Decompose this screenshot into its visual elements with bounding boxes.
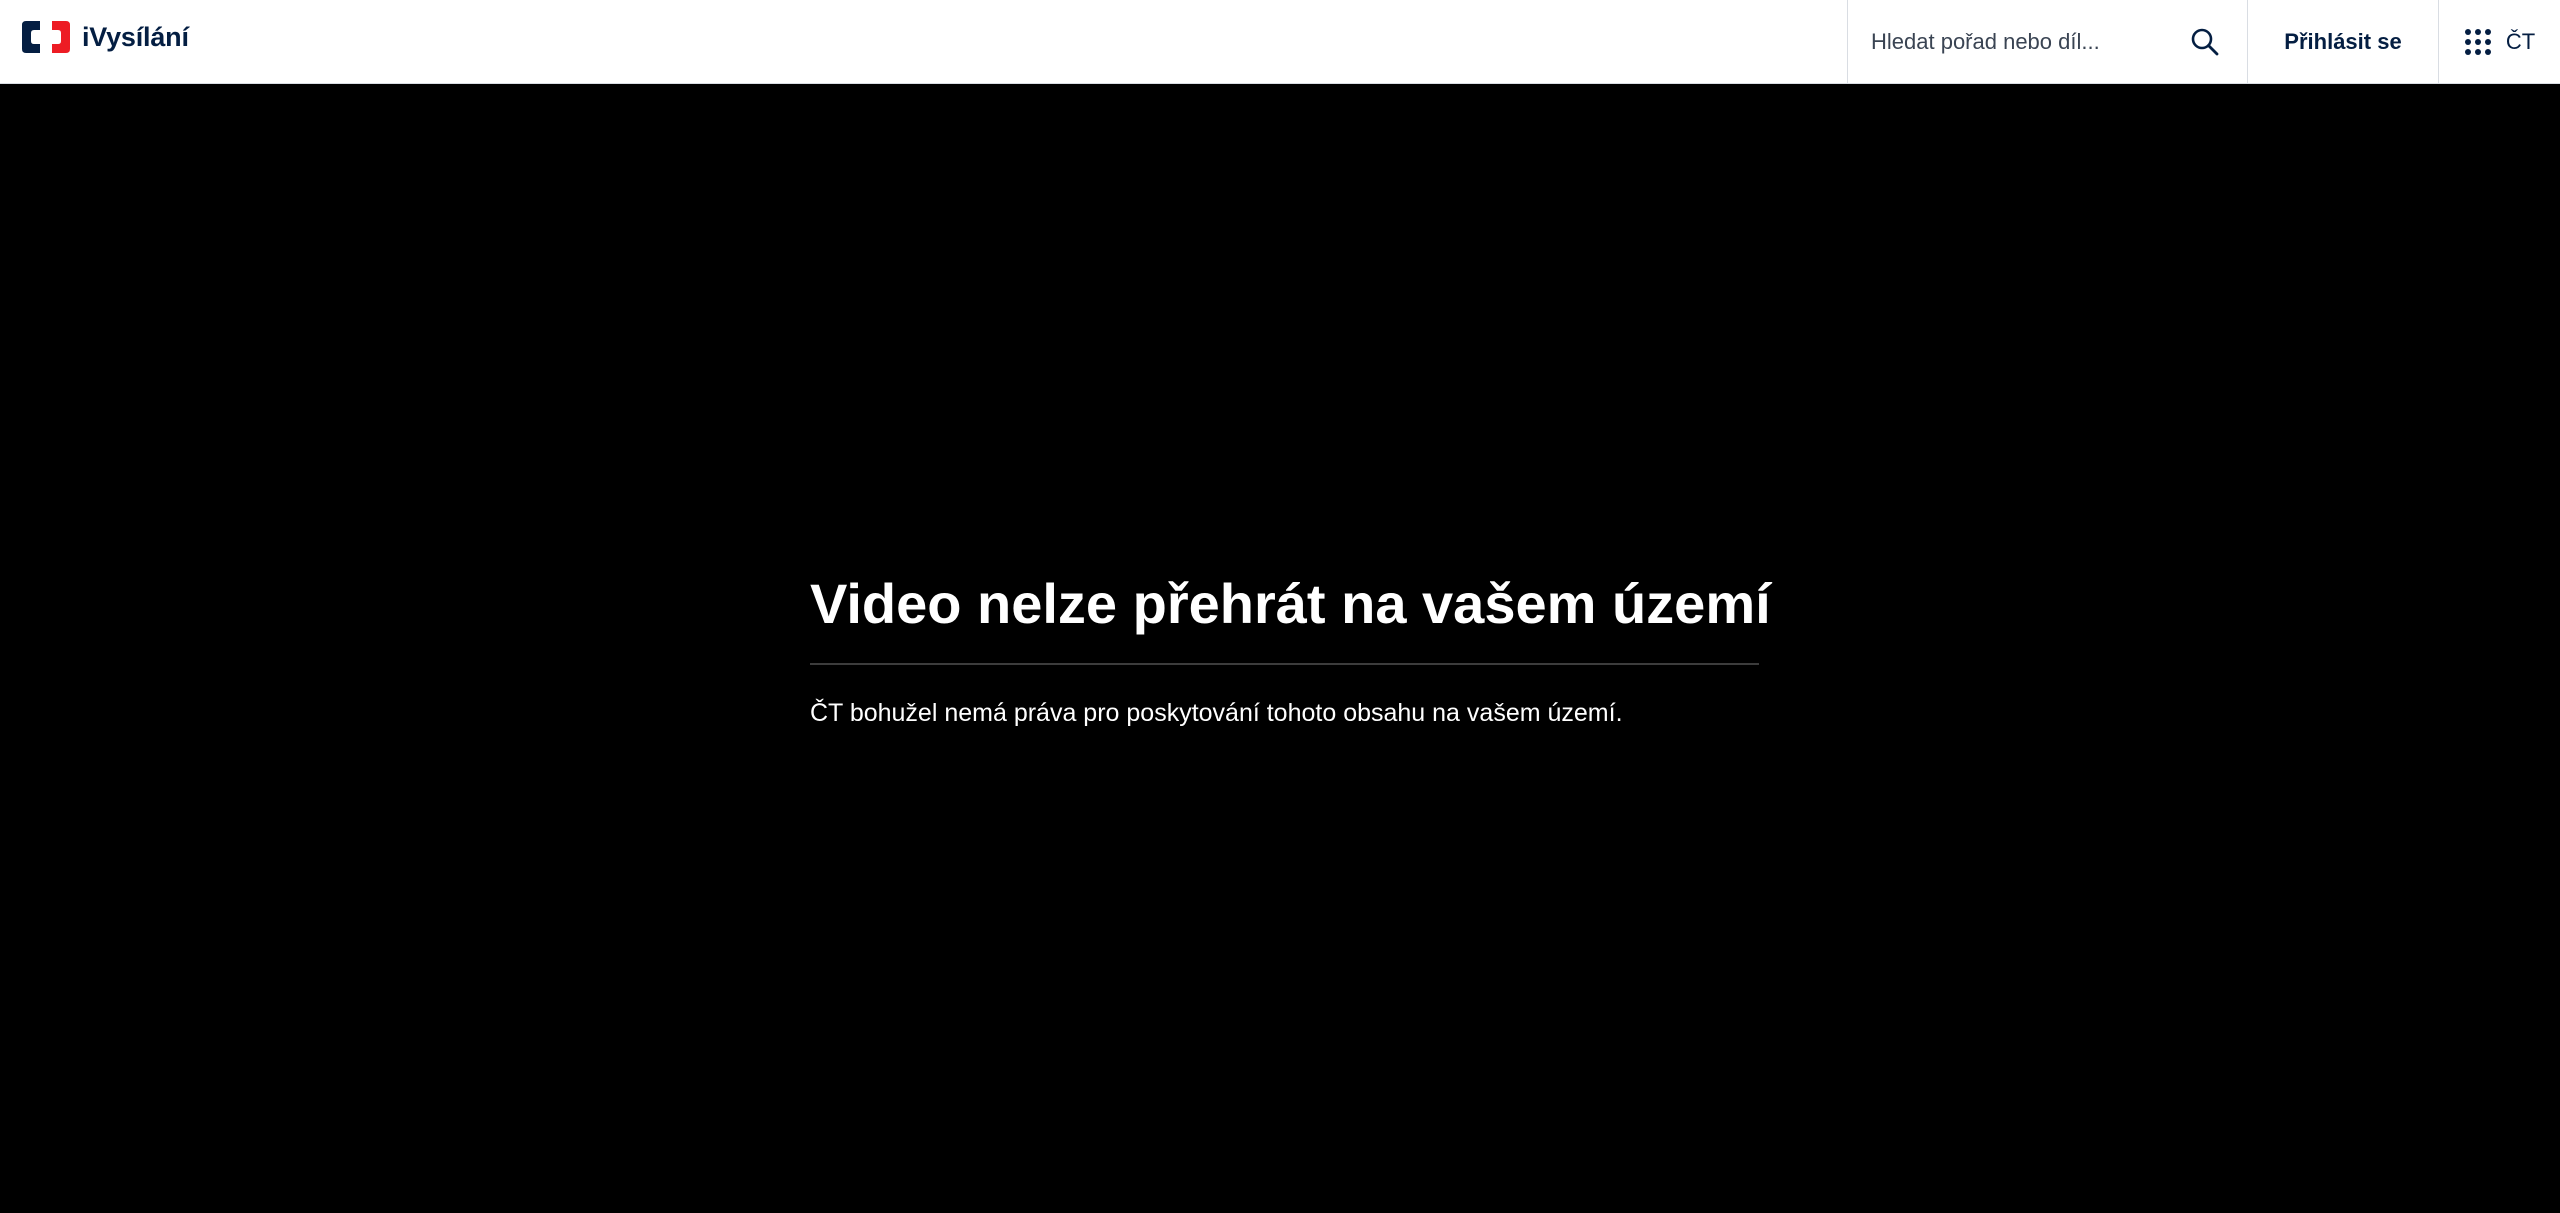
grid-dots-icon: [2464, 29, 2491, 55]
message-divider: [810, 663, 1759, 665]
ivysilani-logo[interactable]: iVysílání: [20, 18, 189, 56]
search-bar: [1847, 0, 2248, 84]
message-text: ČT bohužel nemá práva pro poskytování to…: [810, 699, 1623, 727]
ct-menu-button[interactable]: ČT: [2439, 0, 2560, 84]
login-label: Přihlásit se: [2284, 29, 2402, 54]
search-icon: [2191, 28, 2219, 56]
search-button[interactable]: [2183, 20, 2227, 64]
search-input[interactable]: [1848, 0, 2168, 84]
geo-block-message: Video nelze přehrát na vašem území ČT bo…: [810, 568, 1771, 730]
logo-text: iVysílání: [82, 21, 189, 52]
message-title: Video nelze přehrát na vašem území: [810, 572, 1771, 635]
login-button[interactable]: Přihlásit se: [2248, 0, 2439, 84]
ct-logo-icon: [22, 21, 70, 53]
ct-menu-label: ČT: [2505, 29, 2536, 54]
top-header: iVysílání Přihlásit se ČT: [0, 0, 2560, 84]
